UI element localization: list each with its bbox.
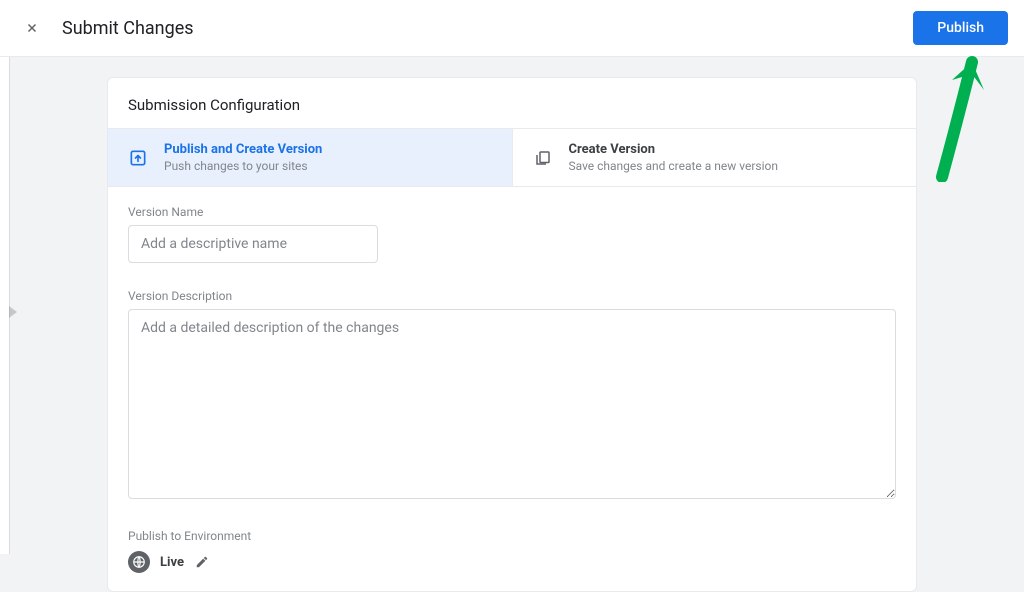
option-subtitle: Save changes and create a new version	[569, 159, 778, 173]
collapsed-panel-edge[interactable]	[0, 57, 10, 554]
submission-card: Submission Configuration Publish and Cre…	[107, 77, 917, 592]
copy-icon	[533, 148, 553, 168]
card-title: Submission Configuration	[108, 78, 916, 128]
submission-options: Publish and Create Version Push changes …	[108, 128, 916, 187]
option-text: Publish and Create Version Push changes …	[164, 142, 322, 173]
dialog-header: Submit Changes Publish	[0, 0, 1024, 57]
version-description-textarea[interactable]	[128, 309, 896, 499]
pencil-icon[interactable]	[194, 554, 210, 570]
globe-icon	[128, 551, 150, 573]
option-subtitle: Push changes to your sites	[164, 159, 322, 173]
header-left: Submit Changes	[24, 18, 194, 39]
form-area: Version Name Version Description Publish…	[108, 187, 916, 591]
version-description-label: Version Description	[128, 289, 896, 303]
content-area: Submission Configuration Publish and Cre…	[0, 57, 1024, 592]
version-name-input[interactable]	[128, 225, 378, 263]
option-title: Create Version	[569, 142, 778, 157]
environment-name: Live	[160, 555, 184, 570]
option-create-version[interactable]: Create Version Save changes and create a…	[513, 129, 917, 186]
option-publish-and-create-version[interactable]: Publish and Create Version Push changes …	[108, 129, 513, 186]
upload-icon	[128, 148, 148, 168]
publish-button[interactable]: Publish	[913, 11, 1008, 45]
version-name-label: Version Name	[128, 205, 896, 219]
environment-row: Live	[128, 551, 896, 573]
option-text: Create Version Save changes and create a…	[569, 142, 778, 173]
option-title: Publish and Create Version	[164, 142, 322, 157]
dialog-title: Submit Changes	[62, 18, 194, 39]
close-icon[interactable]	[24, 20, 40, 36]
publish-environment-label: Publish to Environment	[128, 529, 896, 543]
